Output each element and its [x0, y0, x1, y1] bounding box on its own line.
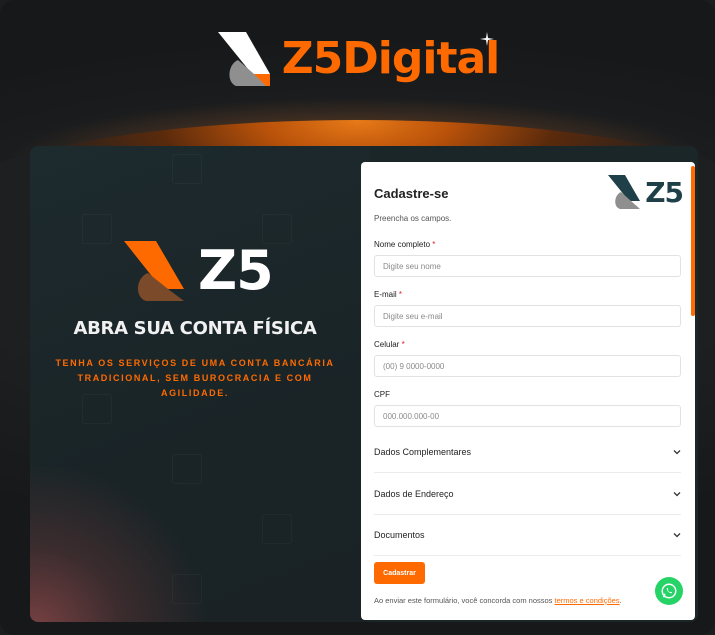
chevron-down-icon — [673, 450, 681, 455]
signup-form: Z5 Cadastre-se Preencha os campos. Nome … — [361, 162, 695, 620]
form-title: Cadastre-se — [374, 186, 449, 201]
signup-card: Z5 ABRA SUA CONTA FÍSICA TENHA OS SERVIÇ… — [30, 146, 698, 622]
cpf-label: CPF — [374, 390, 390, 399]
section-label: Dados Complementares — [374, 447, 472, 457]
terms-notice: Ao enviar este formulário, você concorda… — [374, 596, 622, 605]
hero-headline: ABRA SUA CONTA FÍSICA — [73, 318, 317, 339]
section-label: Documentos — [374, 530, 425, 540]
submit-button[interactable]: Cadastrar — [374, 562, 425, 584]
form-subtitle: Preencha os campos. — [374, 214, 452, 223]
section-label: Dados de Endereço — [374, 489, 454, 499]
hero-tagline: TENHA OS SERVIÇOS DE UMA CONTA BANCÁRIA … — [55, 358, 335, 398]
z5-logo-icon — [217, 32, 270, 86]
chevron-down-icon — [673, 492, 681, 497]
email-label: E-mail * — [374, 290, 403, 299]
hero-logo: Z5 — [122, 239, 274, 303]
whatsapp-button[interactable] — [655, 577, 683, 605]
email-input[interactable] — [374, 305, 681, 327]
cpf-input[interactable] — [374, 405, 681, 427]
brand-name: Z5Digital — [281, 33, 501, 84]
section-address-data[interactable]: Dados de Endereço — [374, 474, 681, 515]
section-documents[interactable]: Documentos — [374, 515, 681, 556]
phone-label: Celular * — [374, 340, 405, 349]
sparkle-icon — [480, 32, 494, 46]
z5-logo-icon — [608, 175, 641, 209]
scrollbar-thumb[interactable] — [691, 166, 695, 316]
z5-logo-icon — [124, 241, 184, 301]
phone-input[interactable] — [374, 355, 681, 377]
form-logo: Z5 — [607, 174, 684, 210]
form-logo-text: Z5 — [645, 175, 684, 209]
name-input[interactable] — [374, 255, 681, 277]
name-label: Nome completo * — [374, 240, 436, 249]
hero-section: Z5 ABRA SUA CONTA FÍSICA TENHA OS SERVIÇ… — [30, 146, 360, 622]
whatsapp-icon — [661, 583, 677, 599]
section-complementary-data[interactable]: Dados Complementares — [374, 432, 681, 473]
chevron-down-icon — [673, 533, 681, 538]
terms-link[interactable]: termos e condições — [555, 596, 620, 605]
header-brand: Z5Digital — [0, 30, 715, 88]
hero-logo-text: Z5 — [198, 239, 274, 302]
